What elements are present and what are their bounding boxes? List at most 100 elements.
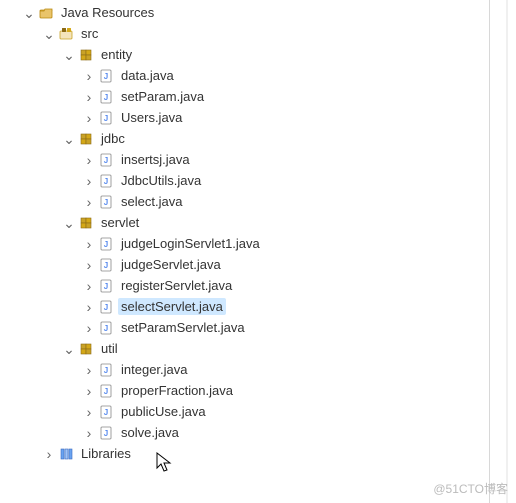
expand-toggle[interactable]	[82, 384, 96, 398]
tree-label: select.java	[118, 193, 185, 210]
tree-label: properFraction.java	[118, 382, 236, 399]
expand-toggle[interactable]	[82, 237, 96, 251]
expand-toggle[interactable]	[82, 69, 96, 83]
expand-toggle[interactable]	[82, 405, 96, 419]
tree-label: jdbc	[98, 130, 128, 147]
tree-node-package-util[interactable]: util	[4, 338, 516, 359]
svg-text:J: J	[104, 198, 108, 207]
java-file-icon: J	[98, 425, 114, 441]
tree-node-java-file[interactable]: J JdbcUtils.java	[4, 170, 516, 191]
expand-toggle[interactable]	[82, 111, 96, 125]
tree-node-java-file[interactable]: J judgeLoginServlet1.java	[4, 233, 516, 254]
svg-text:J: J	[104, 261, 108, 270]
tree-label: judgeLoginServlet1.java	[118, 235, 263, 252]
expand-toggle[interactable]	[82, 426, 96, 440]
expand-toggle[interactable]	[82, 363, 96, 377]
expand-toggle[interactable]	[82, 279, 96, 293]
tree-label: Libraries	[78, 445, 134, 462]
java-file-icon: J	[98, 152, 114, 168]
tree-node-java-file[interactable]: J publicUse.java	[4, 401, 516, 422]
svg-text:J: J	[104, 324, 108, 333]
java-file-icon: J	[98, 404, 114, 420]
svg-text:J: J	[104, 303, 108, 312]
expand-toggle[interactable]	[62, 216, 76, 230]
tree-node-java-file[interactable]: J registerServlet.java	[4, 275, 516, 296]
tree-label: Java Resources	[58, 4, 157, 21]
java-file-icon: J	[98, 383, 114, 399]
tree-node-java-file[interactable]: J select.java	[4, 191, 516, 212]
expand-toggle[interactable]	[22, 6, 36, 20]
tree-label: src	[78, 25, 101, 42]
java-file-icon: J	[98, 299, 114, 315]
tree-label: publicUse.java	[118, 403, 209, 420]
tree-node-package-entity[interactable]: entity	[4, 44, 516, 65]
tree-node-java-file[interactable]: J properFraction.java	[4, 380, 516, 401]
package-explorer-tree: Java Resources src entity J data.java J …	[0, 0, 516, 466]
tree-label: solve.java	[118, 424, 182, 441]
package-icon	[78, 47, 94, 63]
tree-label: entity	[98, 46, 135, 63]
tree-node-java-file[interactable]: J insertsj.java	[4, 149, 516, 170]
expand-toggle[interactable]	[42, 447, 56, 461]
expand-toggle[interactable]	[82, 321, 96, 335]
tree-node-java-file-selected[interactable]: J selectServlet.java	[4, 296, 516, 317]
svg-text:J: J	[104, 366, 108, 375]
java-file-icon: J	[98, 68, 114, 84]
expand-toggle[interactable]	[82, 90, 96, 104]
tree-node-java-file[interactable]: J data.java	[4, 65, 516, 86]
expand-toggle[interactable]	[42, 27, 56, 41]
expand-toggle[interactable]	[82, 300, 96, 314]
tree-node-java-resources[interactable]: Java Resources	[4, 2, 516, 23]
java-file-icon: J	[98, 194, 114, 210]
svg-text:J: J	[104, 114, 108, 123]
java-file-icon: J	[98, 89, 114, 105]
svg-text:J: J	[104, 429, 108, 438]
java-file-icon: J	[98, 257, 114, 273]
java-resources-icon	[38, 5, 54, 21]
tree-label: integer.java	[118, 361, 191, 378]
java-file-icon: J	[98, 110, 114, 126]
svg-text:J: J	[104, 282, 108, 291]
svg-text:J: J	[104, 93, 108, 102]
svg-text:J: J	[104, 408, 108, 417]
expand-toggle[interactable]	[82, 195, 96, 209]
svg-text:J: J	[104, 177, 108, 186]
svg-text:J: J	[104, 156, 108, 165]
tree-label: judgeServlet.java	[118, 256, 224, 273]
scrollbar-track[interactable]	[506, 0, 508, 503]
package-icon	[78, 131, 94, 147]
expand-toggle[interactable]	[62, 132, 76, 146]
expand-toggle[interactable]	[82, 153, 96, 167]
package-icon	[78, 341, 94, 357]
expand-toggle[interactable]	[62, 48, 76, 62]
tree-node-java-file[interactable]: J setParam.java	[4, 86, 516, 107]
tree-node-package-servlet[interactable]: servlet	[4, 212, 516, 233]
tree-label: servlet	[98, 214, 142, 231]
src-folder-icon	[58, 26, 74, 42]
tree-node-java-file[interactable]: J solve.java	[4, 422, 516, 443]
tree-node-java-file[interactable]: J setParamServlet.java	[4, 317, 516, 338]
watermark-text: @51CTO博客	[433, 480, 508, 497]
divider-line	[489, 0, 490, 503]
tree-label: insertsj.java	[118, 151, 193, 168]
tree-node-package-jdbc[interactable]: jdbc	[4, 128, 516, 149]
tree-label: data.java	[118, 67, 177, 84]
svg-text:J: J	[104, 387, 108, 396]
svg-text:J: J	[104, 72, 108, 81]
java-file-icon: J	[98, 320, 114, 336]
expand-toggle[interactable]	[62, 342, 76, 356]
java-file-icon: J	[98, 236, 114, 252]
tree-node-java-file[interactable]: J judgeServlet.java	[4, 254, 516, 275]
java-file-icon: J	[98, 278, 114, 294]
tree-node-libraries[interactable]: Libraries	[4, 443, 516, 464]
library-icon	[58, 446, 74, 462]
tree-node-java-file[interactable]: J integer.java	[4, 359, 516, 380]
svg-text:J: J	[104, 240, 108, 249]
tree-label: util	[98, 340, 121, 357]
tree-label: registerServlet.java	[118, 277, 235, 294]
expand-toggle[interactable]	[82, 174, 96, 188]
expand-toggle[interactable]	[82, 258, 96, 272]
tree-label: Users.java	[118, 109, 185, 126]
tree-node-java-file[interactable]: J Users.java	[4, 107, 516, 128]
tree-node-src[interactable]: src	[4, 23, 516, 44]
